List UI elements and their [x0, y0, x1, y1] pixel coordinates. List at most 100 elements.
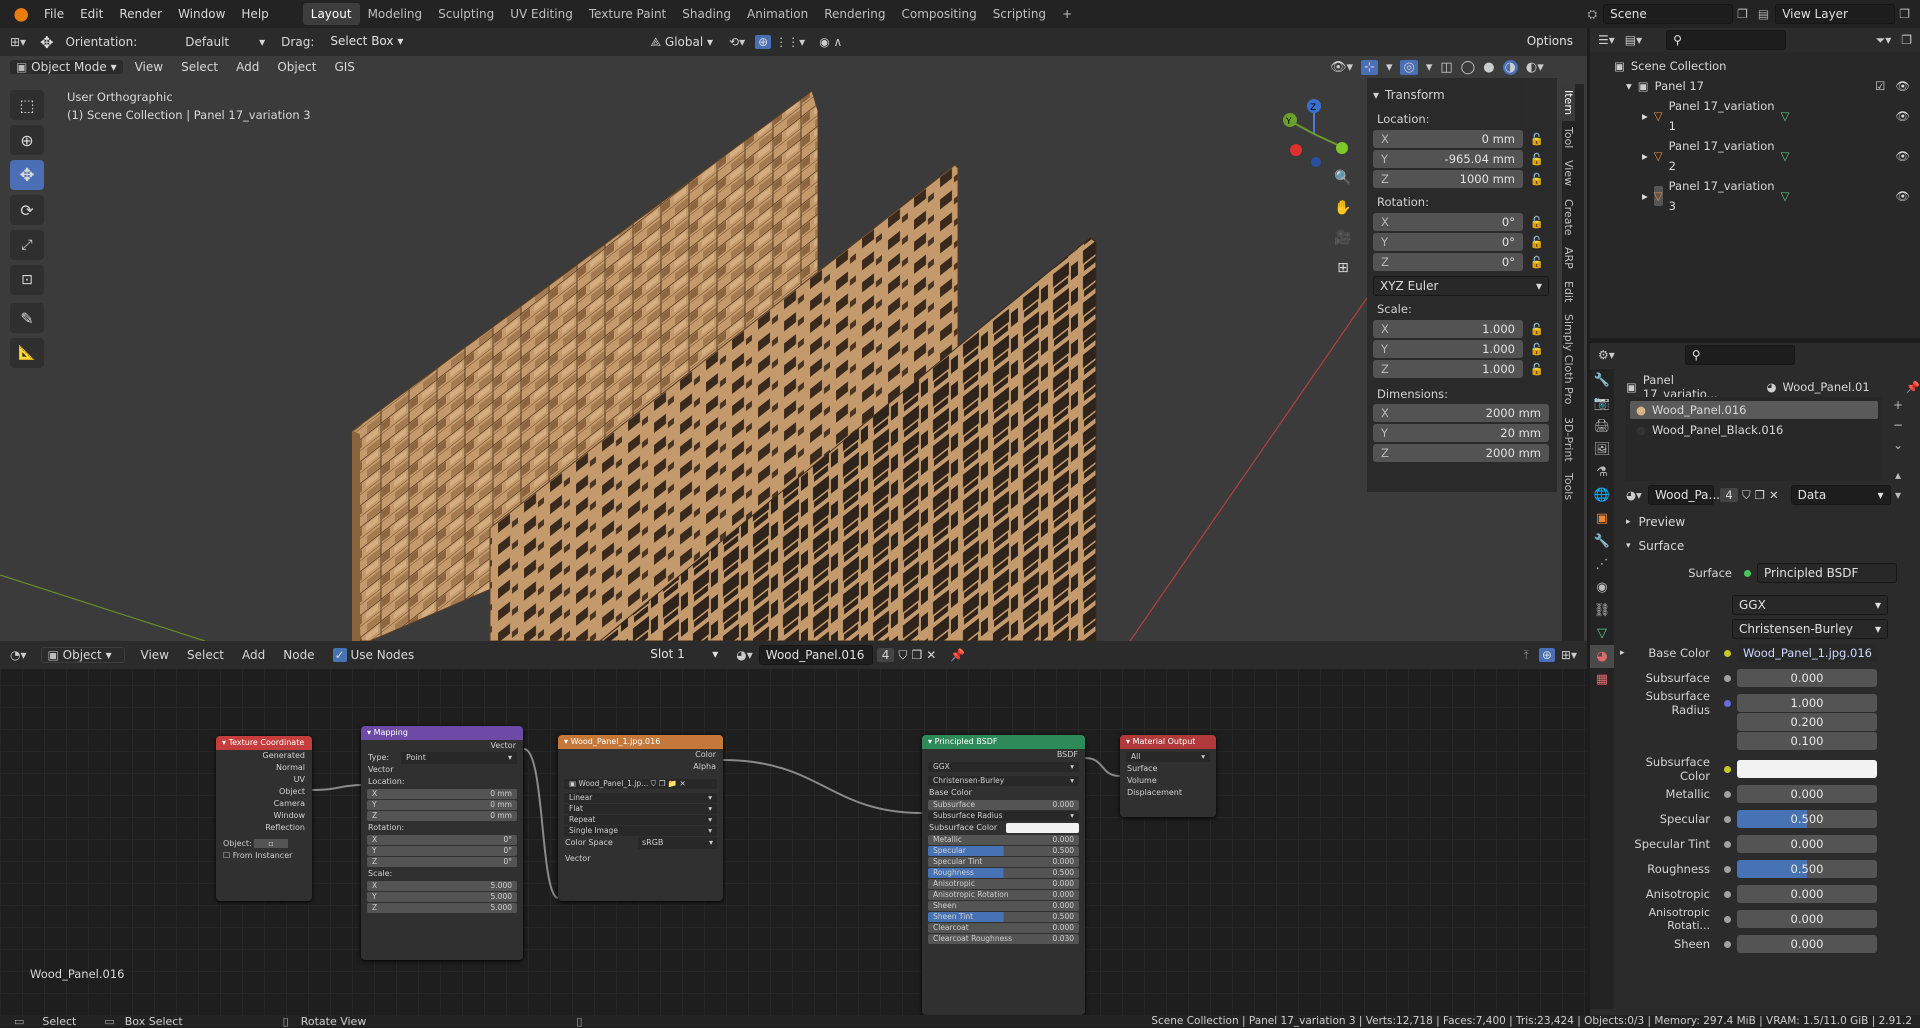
move-down-button[interactable]: ▾: [1888, 485, 1908, 505]
constraints-tab-icon[interactable]: ⛓: [1590, 599, 1614, 622]
texture-coordinate-node[interactable]: ▾ Texture Coordinate Generated Normal UV…: [216, 736, 312, 901]
view-layer-tab-icon[interactable]: 🖼: [1590, 438, 1614, 461]
remove-slot-button[interactable]: −: [1888, 415, 1908, 435]
sss-method-dropdown[interactable]: Christensen-Burley ▾: [1732, 619, 1888, 639]
bsdf-anisotropic-rotation[interactable]: Anisotropic Rotation 0.000: [928, 890, 1079, 900]
subsurface-radius-y-field[interactable]: 0.200: [1737, 713, 1877, 731]
tab-tools[interactable]: Tools: [1562, 467, 1575, 506]
scale-y-field[interactable]: Y 1.000: [1373, 340, 1523, 358]
output-tab-icon[interactable]: 🖨: [1590, 415, 1614, 438]
bsdf-sheen[interactable]: Sheen 0.000: [928, 901, 1079, 911]
object-tab-icon[interactable]: ▣: [1590, 507, 1614, 530]
properties-editor-icon[interactable]: ⚙▾: [1598, 348, 1615, 362]
specular-field[interactable]: 0.500: [1737, 810, 1877, 828]
mapping-node[interactable]: ▾ Mapping Vector Type: Point ▾ Vector Loca…: [361, 726, 523, 960]
rendered-shading-icon[interactable]: ◐▾: [1526, 60, 1544, 75]
bsdf-sss-dropdown[interactable]: Christensen-Burley ▾: [928, 776, 1079, 786]
duplicate-icon[interactable]: ❐: [1755, 488, 1765, 502]
mapping-loc-z[interactable]: Z0 mm: [367, 811, 517, 821]
outliner-search-input[interactable]: ⚲: [1666, 30, 1787, 50]
texture-tab-icon[interactable]: ▦: [1590, 668, 1614, 691]
bsdf-subsurface[interactable]: Subsurface 0.000: [928, 800, 1079, 810]
tab-arp[interactable]: ARP: [1562, 241, 1575, 275]
tab-3d-print[interactable]: 3D-Print: [1562, 411, 1575, 468]
tab-tool[interactable]: Tool: [1562, 121, 1575, 154]
menu-help[interactable]: Help: [233, 3, 276, 25]
new-view-layer-icon[interactable]: ❐: [1899, 7, 1910, 21]
menu-edit[interactable]: Edit: [72, 3, 111, 25]
subsurface-radius-x-field[interactable]: 1.000: [1737, 694, 1877, 712]
tab-animation[interactable]: Animation: [739, 3, 816, 25]
tab-sculpting[interactable]: Sculpting: [430, 3, 502, 25]
image-datablock-field[interactable]: ▣ Wood_Panel_1.jp... ⛉ ❐ 📁 ✕: [564, 779, 717, 789]
tab-texture-paint[interactable]: Texture Paint: [581, 3, 674, 25]
lock-icon[interactable]: 🔓 🔓 🔓: [1525, 129, 1549, 189]
camera-icon[interactable]: 🎥: [1330, 230, 1356, 260]
node-header[interactable]: ▾ Material Output: [1120, 735, 1216, 749]
material-shading-icon[interactable]: ◑: [1502, 59, 1518, 75]
outliner-object-1[interactable]: ▸ ▽ Panel 17_variation 1 ▽ 👁: [1614, 96, 1920, 136]
tab-rendering[interactable]: Rendering: [816, 3, 893, 25]
options-dropdown[interactable]: Options: [1520, 32, 1579, 52]
interpolation-dropdown[interactable]: Linear ▾: [564, 793, 717, 803]
material-output-node[interactable]: ▾ Material Output All ▾ Surface Volume Di…: [1120, 735, 1216, 817]
overlay-toggle-icon[interactable]: ◎: [1400, 59, 1418, 75]
dimensions-y-field[interactable]: Y 20 mm: [1373, 424, 1549, 442]
tab-create[interactable]: Create: [1562, 193, 1575, 242]
users-count[interactable]: 4: [1720, 488, 1738, 502]
node-header[interactable]: ▾ Principled BSDF: [922, 735, 1085, 749]
mapping-scale-y[interactable]: Y 5.000: [367, 892, 517, 902]
bsdf-specular-tint[interactable]: Specular Tint 0.000: [928, 857, 1079, 867]
mapping-scale-z[interactable]: Z 5.000: [367, 903, 517, 913]
mapping-scale-x[interactable]: X 5.000: [367, 881, 517, 891]
solid-shading-icon[interactable]: ●: [1483, 60, 1494, 75]
bsdf-anisotropic[interactable]: Anisotropic 0.000: [928, 879, 1079, 889]
tab-shading[interactable]: Shading: [674, 3, 739, 25]
mapping-rot-y[interactable]: Y 0°: [367, 846, 517, 856]
tab-view[interactable]: View: [1562, 154, 1575, 192]
bsdf-specular[interactable]: Specular 0.500: [928, 846, 1079, 856]
eye-icon[interactable]: 👁: [1895, 146, 1910, 166]
node-header[interactable]: ▾ Wood_Panel_1.jpg.016: [558, 735, 723, 749]
mapping-loc-x[interactable]: X0 mm: [367, 789, 517, 799]
subsurface-field[interactable]: 0.000: [1737, 669, 1877, 687]
zoom-icon[interactable]: 🔍: [1330, 170, 1356, 200]
menu-file[interactable]: File: [36, 3, 72, 25]
anisotropic-field[interactable]: 0.000: [1737, 885, 1877, 903]
render-tab-icon[interactable]: 📷: [1590, 392, 1614, 415]
menu-window[interactable]: Window: [170, 3, 233, 25]
metallic-field[interactable]: 0.000: [1737, 785, 1877, 803]
world-tab-icon[interactable]: 🌐: [1590, 484, 1614, 507]
outliner-object-3[interactable]: ▸ ▽ Panel 17_variation 3 ▽ 👁: [1614, 176, 1920, 216]
new-scene-icon[interactable]: ❐: [1737, 7, 1748, 21]
shader-node-editor[interactable]: ◔▾ ▣ Object ▾ View Select Add Node ✓ Use…: [0, 641, 1587, 1015]
outliner-object-2[interactable]: ▸ ▽ Panel 17_variation 2 ▽ 👁: [1614, 136, 1920, 176]
subsurface-color-swatch[interactable]: [1737, 760, 1877, 778]
rotation-x-field[interactable]: X 0°: [1373, 213, 1523, 231]
node-header[interactable]: ▾ Texture Coordinate: [216, 736, 312, 750]
menu-render[interactable]: Render: [111, 3, 170, 25]
properties-search-input[interactable]: ⚲: [1684, 345, 1795, 365]
surface-shader-field[interactable]: Principled BSDF: [1757, 563, 1897, 583]
tab-modeling[interactable]: Modeling: [360, 3, 431, 25]
material-name-field[interactable]: Wood_Pa...: [1648, 485, 1720, 505]
outliner-display-mode-icon[interactable]: ▤▾: [1625, 33, 1642, 47]
rotation-y-field[interactable]: Y 0°: [1373, 233, 1523, 251]
bsdf-distribution-dropdown[interactable]: GGX ▾: [928, 762, 1079, 772]
eye-icon[interactable]: 👁: [1895, 106, 1910, 126]
physics-tab-icon[interactable]: ◉: [1590, 576, 1614, 599]
particles-tab-icon[interactable]: ⋰: [1590, 553, 1614, 576]
mapping-rot-z[interactable]: Z 0°: [367, 857, 517, 867]
extension-dropdown[interactable]: Repeat ▾: [564, 815, 717, 825]
dimensions-z-field[interactable]: Z 2000 mm: [1373, 444, 1549, 462]
subsurface-radius-z-field[interactable]: 0.100: [1737, 732, 1877, 750]
bsdf-clearcoat[interactable]: Clearcoat 0.000: [928, 923, 1079, 933]
projection-dropdown[interactable]: Flat ▾: [564, 804, 717, 814]
material-slot-1[interactable]: ● Wood_Panel.016: [1630, 401, 1878, 419]
modifier-tab-icon[interactable]: 🔧: [1590, 530, 1614, 553]
tab-scripting[interactable]: Scripting: [985, 3, 1054, 25]
outliner-scene-collection[interactable]: ▣ Scene Collection: [1614, 56, 1920, 76]
tab-layout[interactable]: Layout: [302, 3, 360, 25]
dimensions-x-field[interactable]: X 2000 mm: [1373, 404, 1549, 422]
bsdf-roughness[interactable]: Roughness 0.500: [928, 868, 1079, 878]
